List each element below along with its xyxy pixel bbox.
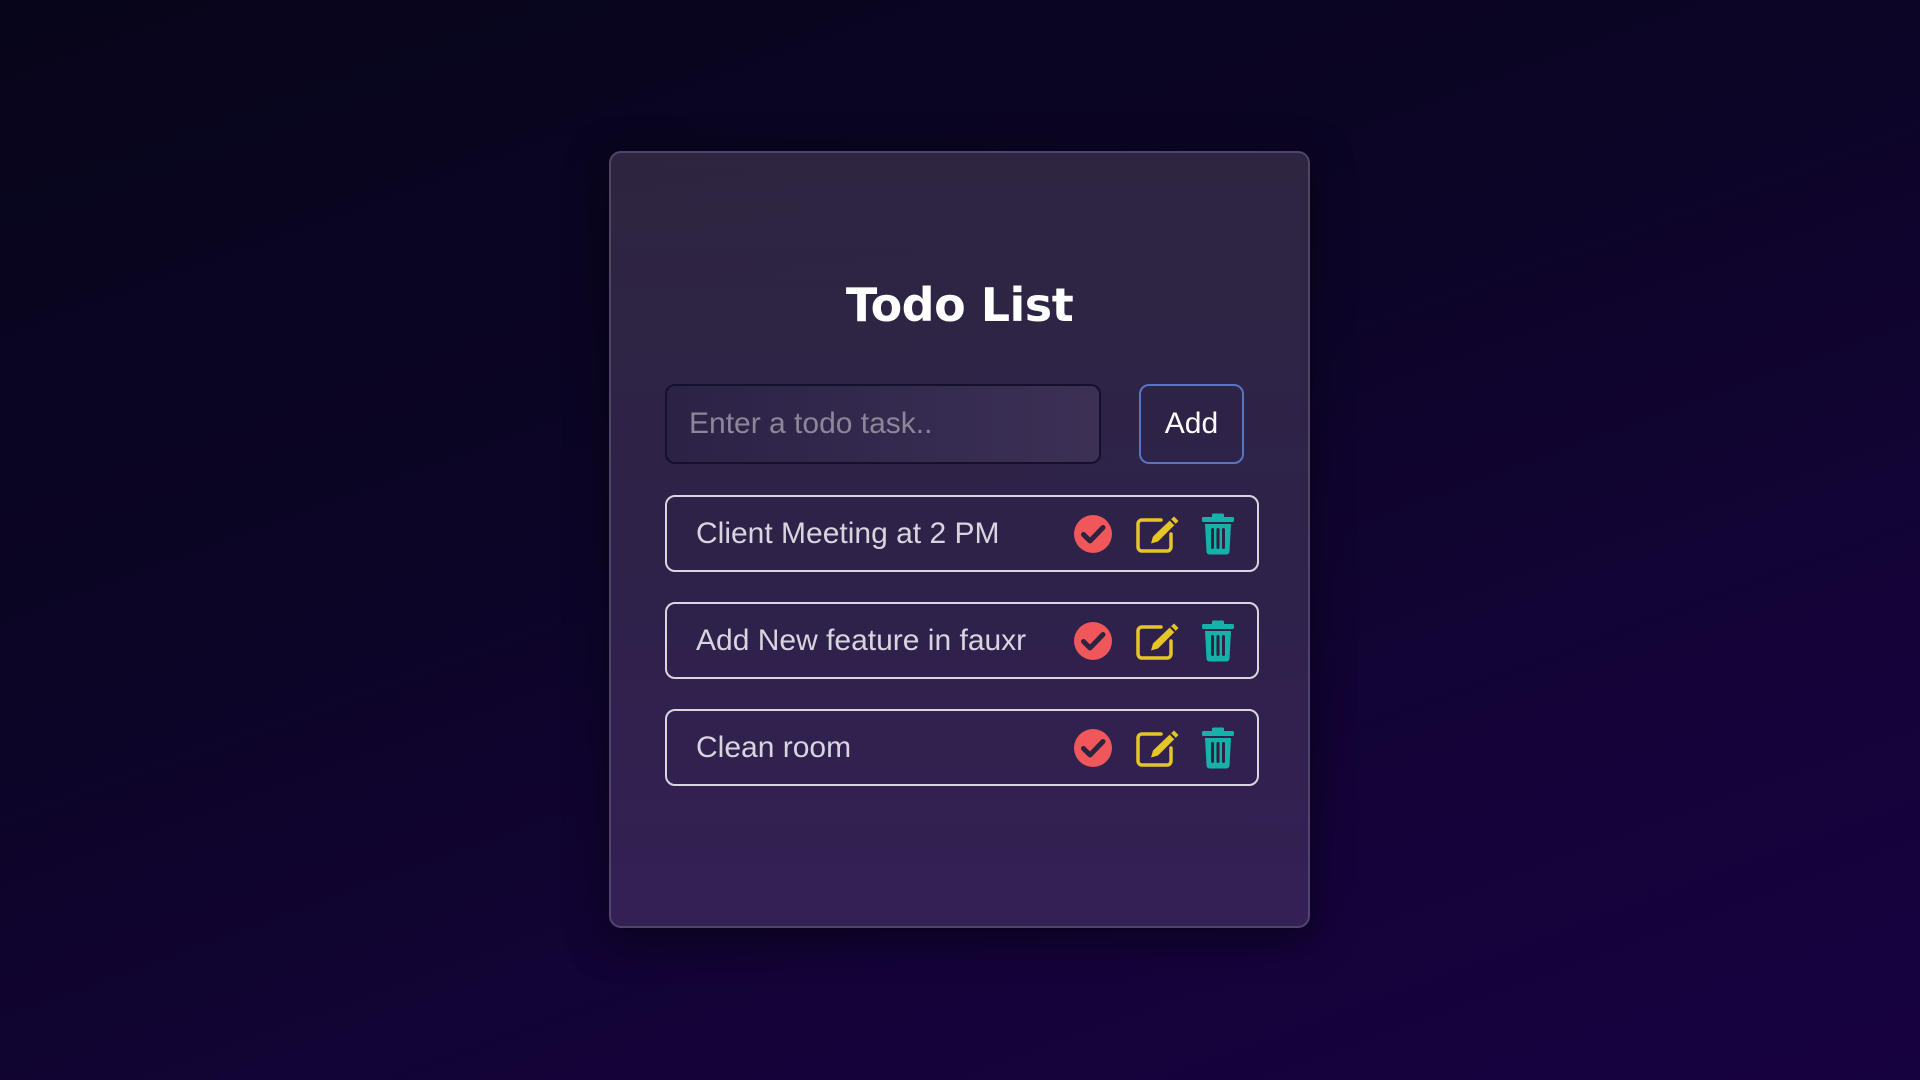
add-button[interactable]: Add — [1139, 384, 1244, 464]
edit-icon[interactable] — [1135, 514, 1181, 554]
todo-text: Add New feature in fauxr — [696, 623, 1027, 657]
check-circle-icon[interactable] — [1073, 621, 1113, 661]
edit-icon[interactable] — [1135, 621, 1181, 661]
edit-icon[interactable] — [1135, 728, 1181, 768]
todo-actions — [1073, 513, 1235, 555]
trash-icon[interactable] — [1201, 513, 1235, 555]
todo-text: Client Meeting at 2 PM — [696, 516, 1000, 550]
todo-item: Add New feature in fauxr — [665, 602, 1259, 679]
check-circle-icon[interactable] — [1073, 728, 1113, 768]
todo-actions — [1073, 727, 1235, 769]
trash-icon[interactable] — [1201, 727, 1235, 769]
todo-actions — [1073, 620, 1235, 662]
todo-list: Client Meeting at 2 PM Add New feature i… — [665, 495, 1259, 816]
todo-card: Todo List Add Client Meeting at 2 PM Add… — [609, 151, 1310, 928]
todo-input[interactable] — [665, 384, 1101, 464]
trash-icon[interactable] — [1201, 620, 1235, 662]
page-title: Todo List — [845, 278, 1074, 332]
check-circle-icon[interactable] — [1073, 514, 1113, 554]
todo-text: Clean room — [696, 730, 852, 764]
todo-item: Client Meeting at 2 PM — [665, 495, 1259, 572]
todo-item: Clean room — [665, 709, 1259, 786]
